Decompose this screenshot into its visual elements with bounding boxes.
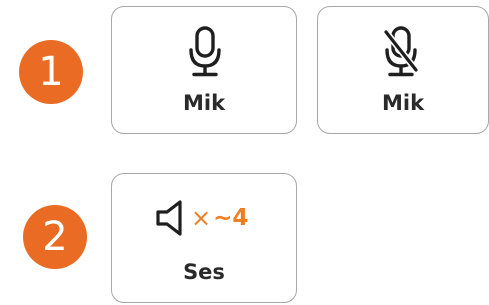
mic-muted-button-label: Mik (381, 91, 425, 115)
step-badge-1: 1 (19, 40, 83, 104)
sound-status-row: × ~4 (156, 200, 248, 236)
volume-level-text: ~4 (213, 204, 249, 231)
sound-button[interactable]: × ~4 Ses (111, 173, 297, 303)
step-number: 2 (42, 214, 68, 260)
microphone-off-icon (382, 26, 420, 77)
mute-x-icon: × (191, 204, 212, 232)
sound-button-label: Ses (183, 260, 225, 284)
microphone-icon (189, 26, 221, 77)
mic-button-label: Mik (182, 91, 226, 115)
step-badge-2: 2 (23, 205, 87, 269)
mic-button[interactable]: Mik (111, 6, 297, 134)
step-number: 1 (38, 49, 64, 95)
speaker-icon (156, 200, 182, 236)
mic-muted-button[interactable]: Mik (317, 6, 489, 134)
